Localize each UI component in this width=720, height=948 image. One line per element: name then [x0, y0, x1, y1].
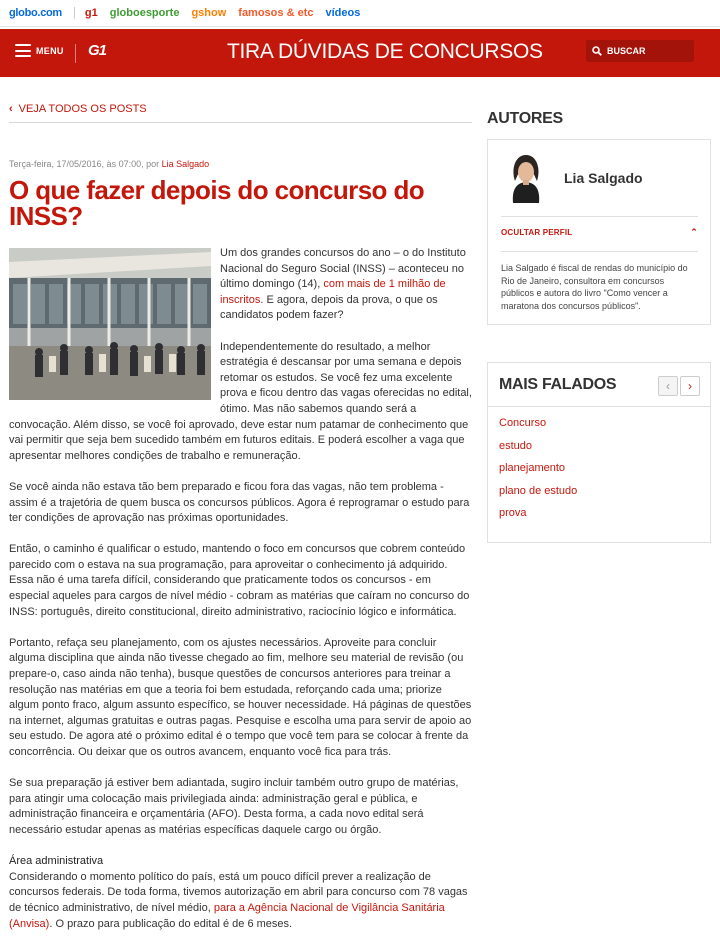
search-label: BUSCAR	[607, 46, 646, 56]
author-card: Lia Salgado OCULTAR PERFIL ⌃ Lia Salgado…	[487, 139, 711, 325]
search-icon	[592, 46, 602, 56]
post-date: Terça-feira, 17/05/2016, às 07:00, por	[9, 159, 162, 169]
videos-link[interactable]: vídeos	[325, 7, 360, 19]
tag-link[interactable]: planejamento	[499, 462, 577, 485]
header-divider	[75, 44, 76, 63]
site-header: MENU G1 TIRA DÚVIDAS DE CONCURSOS BUSCAR	[0, 29, 720, 77]
see-all-posts-link[interactable]: ‹ VEJA TODOS OS POSTS	[9, 103, 147, 115]
hide-profile-label: OCULTAR PERFIL	[501, 228, 573, 237]
menu-button[interactable]: MENU	[15, 44, 64, 57]
search-box[interactable]: BUSCAR	[586, 40, 694, 62]
exam-building-crowd-image	[9, 248, 211, 400]
videos-link-label: vídeos	[325, 7, 361, 19]
next-button[interactable]: ›	[680, 376, 700, 396]
paragraph-5: Portanto, refaça seu planejamento, com o…	[9, 636, 472, 758]
paragraph-6: Se sua preparação já estiver bem adianta…	[9, 777, 459, 836]
chevron-left-icon: ‹	[9, 103, 13, 115]
hamburger-icon	[15, 44, 31, 57]
chevron-up-icon: ⌃	[690, 227, 698, 237]
globoesporte-link[interactable]: globoesporte	[110, 7, 180, 19]
globo-link-label: globo.com	[9, 7, 62, 19]
paragraph-7: Considerando o momento político do país,…	[9, 870, 473, 932]
tag-link[interactable]: estudo	[499, 440, 577, 463]
chevron-left-icon: ‹	[666, 379, 670, 393]
post-author-link[interactable]: Lia Salgado	[162, 159, 210, 169]
post-body: Um dos grandes concursos do ano – o do I…	[9, 246, 473, 948]
section-subhead: Área administrativa	[9, 855, 104, 868]
author-bio: Lia Salgado é fiscal de rendas do municí…	[501, 263, 688, 311]
tag-link[interactable]: Concurso	[499, 417, 577, 440]
globo-link[interactable]: globo.com	[9, 7, 62, 19]
divider	[501, 216, 698, 217]
most-talked-list: Concurso estudo planejamento plano de es…	[499, 417, 577, 530]
author-name[interactable]: Lia Salgado	[564, 170, 643, 186]
post-photo	[9, 248, 211, 400]
hide-profile-toggle[interactable]: OCULTAR PERFIL ⌃	[501, 227, 698, 237]
gshow-link[interactable]: gshow	[191, 7, 226, 19]
famosos-link-label: famosos & etc	[238, 7, 314, 19]
menu-label: MENU	[36, 45, 64, 56]
g1-logo[interactable]: G1	[88, 42, 107, 59]
g1-link-label: g1	[84, 7, 98, 19]
divider	[501, 251, 698, 252]
gshow-link-label: gshow	[191, 7, 227, 19]
authors-heading: AUTORES	[487, 110, 563, 127]
paragraph-3: Se você ainda não estava tão bem prepara…	[9, 480, 470, 525]
tag-link[interactable]: plano de estudo	[499, 485, 577, 508]
most-talked-card: MAIS FALADOS ‹ › Concurso estudo planeja…	[487, 362, 711, 543]
site-title[interactable]: TIRA DÚVIDAS DE CONCURSOS	[227, 40, 543, 64]
most-talked-heading: MAIS FALADOS	[499, 376, 617, 393]
tag-link[interactable]: prova	[499, 507, 577, 530]
author-avatar[interactable]	[503, 151, 549, 203]
paragraph-7-text-end: . O prazo para publicação do edital é de…	[49, 917, 293, 930]
g1-link[interactable]: g1	[85, 7, 98, 19]
globoesporte-link-label: globoesporte	[109, 7, 180, 19]
divider	[9, 122, 472, 123]
post-title: O que fazer depois do concurso do INSS?	[9, 175, 425, 231]
divider	[488, 406, 710, 407]
paragraph-4: Então, o caminho é qualificar o estudo, …	[9, 543, 470, 618]
bar-divider	[73, 7, 75, 19]
previous-button[interactable]: ‹	[658, 376, 678, 396]
globo-network-bar: globo.com g1 globoesporte gshow famosos …	[0, 0, 720, 27]
famosos-link[interactable]: famosos & etc	[238, 7, 313, 19]
see-all-posts-label: VEJA TODOS OS POSTS	[18, 103, 147, 115]
chevron-right-icon: ›	[688, 379, 692, 393]
post-meta: Terça-feira, 17/05/2016, às 07:00, por L…	[9, 159, 209, 169]
